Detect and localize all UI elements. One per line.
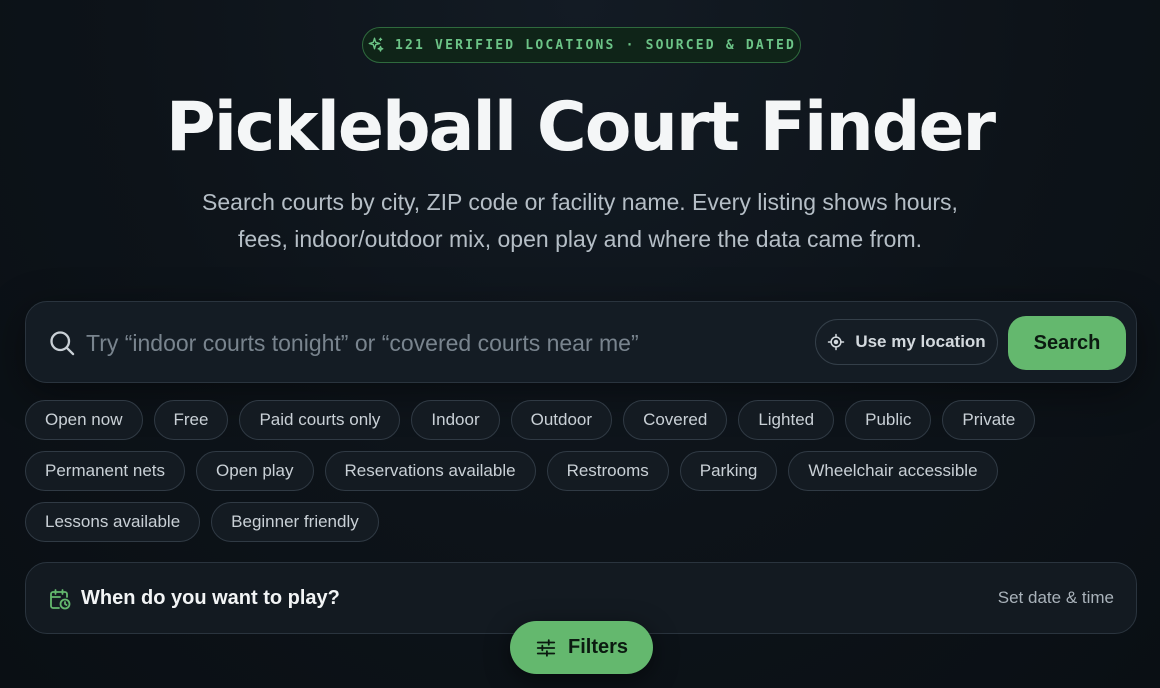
filter-lighted[interactable]: Lighted [738, 400, 835, 440]
filter-free[interactable]: Free [153, 400, 229, 440]
calendar-clock-icon [50, 589, 71, 610]
filter-private[interactable]: Private [942, 400, 1036, 440]
filter-permanent-nets[interactable]: Permanent nets [25, 451, 186, 491]
badge-text: 121 VERIFIED LOCATIONS · SOURCED & DATED [394, 37, 797, 53]
when-to-play-title: When do you want to play? [81, 587, 340, 609]
filter-restrooms[interactable]: Restrooms [546, 451, 669, 491]
filter-open-now[interactable]: Open now [25, 400, 143, 440]
filter-parking[interactable]: Parking [679, 451, 778, 491]
filter-outdoor[interactable]: Outdoor [510, 400, 613, 440]
filter-covered[interactable]: Covered [623, 400, 728, 440]
filter-paid-courts-only[interactable]: Paid courts only [239, 400, 401, 440]
sparkle-icon [368, 37, 384, 52]
filter-public[interactable]: Public [845, 400, 932, 440]
filter-wheelchair-accessible[interactable]: Wheelchair accessible [788, 451, 998, 491]
sliders-icon [536, 638, 556, 657]
page-subtitle: Search courts by city, ZIP code or facil… [202, 189, 958, 252]
filter-chips: Open now Free Paid courts only Indoor Outdoo… [25, 400, 1140, 542]
page-title: Pickleball Court Finder [165, 88, 996, 167]
search-button[interactable]: Search [1008, 316, 1126, 370]
search-bar: Use my location Search [25, 301, 1137, 383]
search-input[interactable] [86, 322, 806, 364]
filter-open-play[interactable]: Open play [196, 451, 314, 491]
filter-beginner-friendly[interactable]: Beginner friendly [211, 502, 379, 542]
search-icon [50, 331, 75, 356]
filter-lessons-available[interactable]: Lessons available [25, 502, 201, 542]
verified-locations-badge: 121 VERIFIED LOCATIONS · SOURCED & DATED [362, 27, 801, 63]
crosshair-icon [828, 333, 845, 351]
filters-label: Filters [567, 636, 629, 658]
filter-indoor[interactable]: Indoor [411, 400, 500, 440]
set-date-time-link[interactable]: Set date & time [998, 588, 1114, 608]
filter-reservations-available[interactable]: Reservations available [324, 451, 536, 491]
filters-button[interactable]: Filters [510, 621, 653, 674]
use-my-location-button[interactable]: Use my location [815, 319, 998, 365]
use-my-location-label: Use my location [855, 332, 986, 351]
